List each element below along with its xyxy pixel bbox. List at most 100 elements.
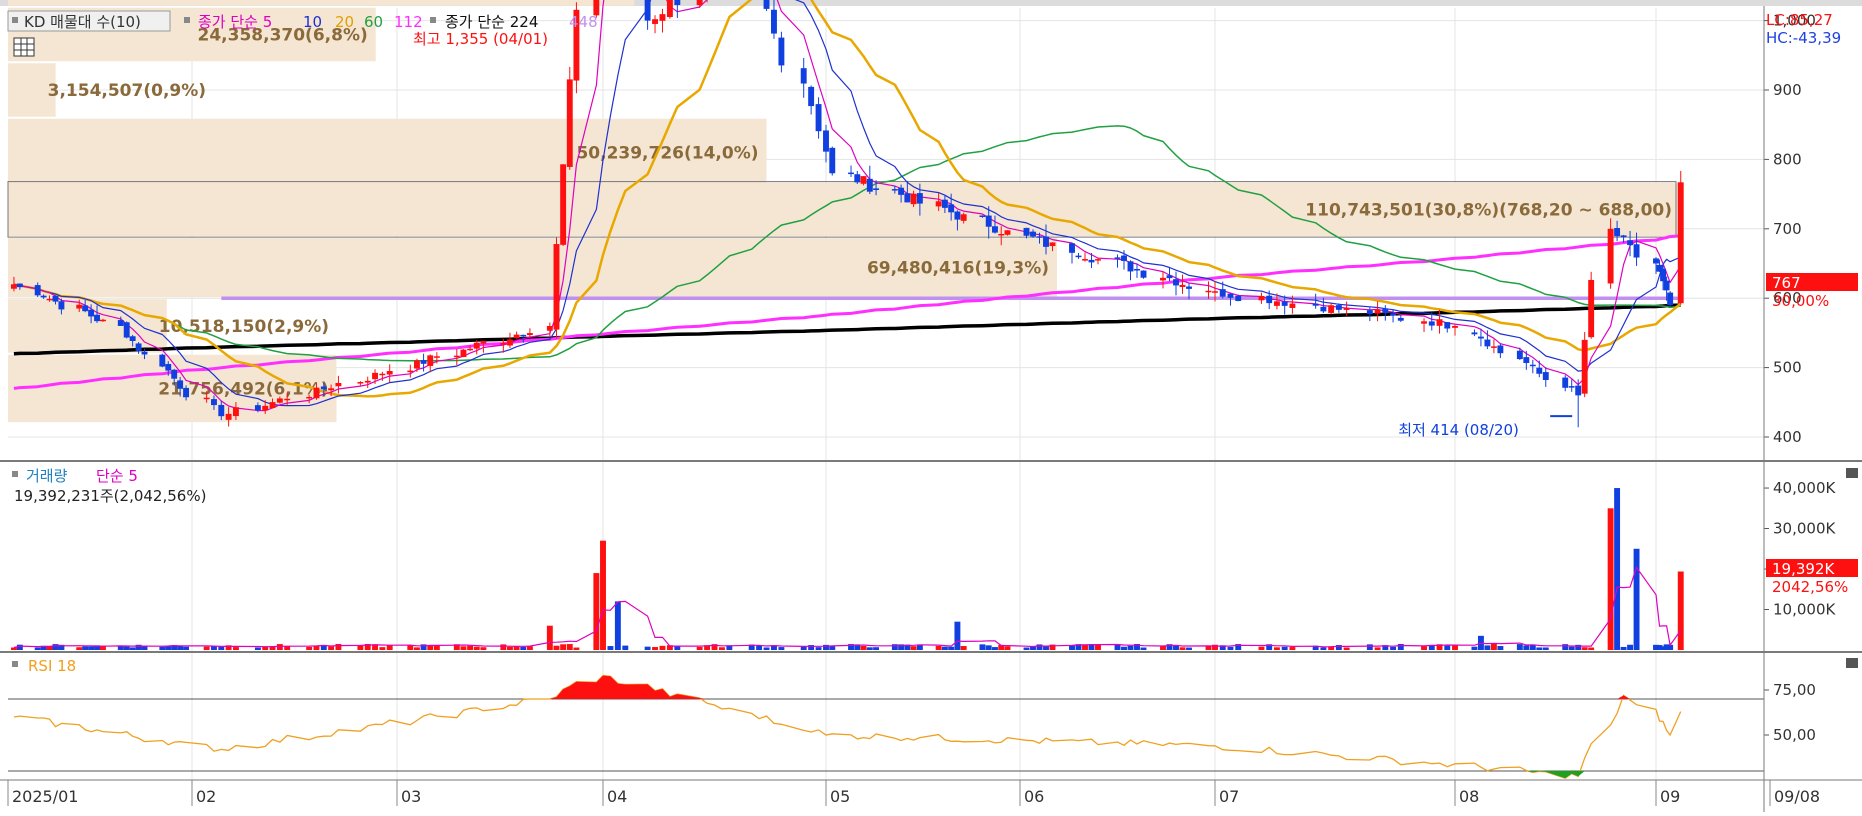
- volume-bar: [1127, 645, 1134, 650]
- volume-bar: [1186, 647, 1192, 650]
- legend-ma448[interactable]: 448: [569, 13, 598, 31]
- candle-body: [1069, 243, 1075, 253]
- legend-kd-profile[interactable]: KD 매물대 수(10): [24, 13, 141, 31]
- candle-body: [313, 387, 320, 399]
- stock-chart-window: 27,505,267(7,7%)0(0,0%)41,475,178(11,5%)…: [0, 0, 1862, 812]
- volume-bar: [460, 646, 467, 650]
- volume-bar: [218, 646, 225, 650]
- candle-body: [960, 214, 967, 221]
- volume-bar: [1069, 645, 1075, 650]
- volume-bar: [480, 647, 487, 650]
- candle-body: [1497, 345, 1504, 354]
- legend-bullet: [12, 17, 18, 23]
- legend-ma5[interactable]: 종가 단순 5: [198, 13, 272, 31]
- rsi-panel-close-button[interactable]: [1846, 658, 1858, 668]
- lowest-price-annotation: 최저 414 (08/20): [1398, 421, 1519, 439]
- candle-body: [1484, 339, 1491, 347]
- highest-price-annotation: 최고 1,355 (04/01): [413, 30, 548, 48]
- candle-body: [659, 14, 666, 21]
- volume-bar: [546, 625, 553, 650]
- legend-volume[interactable]: 거래량: [26, 467, 68, 485]
- legend-ma10[interactable]: 10: [303, 13, 322, 31]
- candle-body: [1490, 346, 1497, 348]
- volume-bar: [1497, 646, 1504, 650]
- legend-ma60[interactable]: 60: [364, 13, 383, 31]
- volume-bar: [985, 645, 992, 650]
- candle-body: [1366, 310, 1373, 315]
- volume-bar: [46, 646, 53, 650]
- volume-bar: [910, 646, 917, 650]
- candle-body: [800, 68, 807, 84]
- volume-bar: [1289, 647, 1296, 650]
- candle-body: [171, 369, 178, 379]
- candle-body: [364, 380, 371, 383]
- candle-body: [1036, 236, 1043, 238]
- candle-body: [560, 164, 567, 245]
- candle-body: [1088, 259, 1095, 263]
- candle-body: [500, 343, 507, 345]
- candle-body: [1335, 305, 1342, 310]
- candle-body: [100, 319, 106, 322]
- candle-body: [320, 386, 327, 390]
- volume-bar: [553, 645, 560, 650]
- legend-ma224[interactable]: 종가 단순 224: [445, 13, 538, 31]
- candle-body: [1179, 284, 1186, 288]
- candle-body: [1121, 255, 1127, 261]
- volume-bar: [520, 646, 527, 650]
- volume-bar: [935, 645, 942, 650]
- legend-ma20[interactable]: 20: [335, 13, 354, 31]
- volume-bar: [1677, 571, 1684, 650]
- candle-body: [218, 404, 225, 417]
- volume-bar: [1588, 647, 1595, 650]
- volume-bar: [413, 647, 420, 650]
- stock-chart[interactable]: 27,505,267(7,7%)0(0,0%)41,475,178(11,5%)…: [0, 0, 1862, 812]
- table-icon[interactable]: [13, 37, 35, 57]
- candle-body: [117, 320, 124, 326]
- candle-body: [386, 370, 393, 375]
- legend-volume-ma5[interactable]: 단순 5: [96, 467, 138, 485]
- candle-body: [823, 130, 829, 152]
- volume-panel-close-button[interactable]: [1846, 468, 1858, 478]
- volume-bar: [1484, 645, 1491, 650]
- candle-body: [854, 174, 861, 183]
- candle-body: [1663, 280, 1670, 291]
- volume-bar: [1516, 644, 1523, 650]
- volume-bar: [123, 646, 130, 650]
- volume-bar: [1523, 645, 1530, 650]
- volume-bar: [866, 647, 873, 650]
- candle-body: [335, 382, 342, 387]
- candle-body: [1173, 279, 1179, 286]
- candle-body: [1397, 317, 1404, 321]
- volume-bar: [1258, 646, 1265, 650]
- candle-body: [262, 405, 269, 411]
- candle-body: [1568, 386, 1575, 388]
- volume-bar: [1633, 548, 1640, 650]
- candle-body: [848, 172, 854, 175]
- legend-ma112[interactable]: 112: [394, 13, 423, 31]
- volume-bar: [614, 601, 621, 650]
- candle-body: [1030, 231, 1036, 237]
- candle-body: [413, 360, 420, 369]
- candle-body: [1627, 240, 1634, 246]
- volume-bar: [1614, 488, 1621, 650]
- current-volume-pct: 2042,56%: [1772, 578, 1848, 596]
- volume-bar: [379, 647, 386, 650]
- current-price-pct: 30,00%: [1772, 292, 1829, 310]
- x-tick-label: 03: [401, 787, 421, 806]
- volume-bar: [960, 646, 967, 650]
- legend-bullet: [184, 17, 190, 23]
- candle-body: [1320, 306, 1327, 312]
- candle-body: [88, 309, 95, 317]
- volume-bar: [88, 646, 95, 650]
- candle-body: [1444, 322, 1451, 329]
- candle-body: [1477, 336, 1484, 339]
- candle-body: [904, 193, 911, 203]
- candle-body: [1523, 357, 1530, 363]
- volume-profile-label: 3,154,507(0,9%): [48, 81, 206, 101]
- legend-rsi[interactable]: RSI 18: [28, 657, 76, 675]
- candle-body: [1471, 332, 1478, 335]
- volume-bar: [467, 645, 474, 650]
- candle-body: [910, 193, 917, 205]
- candle-body: [1428, 321, 1435, 326]
- volume-bar: [335, 643, 342, 650]
